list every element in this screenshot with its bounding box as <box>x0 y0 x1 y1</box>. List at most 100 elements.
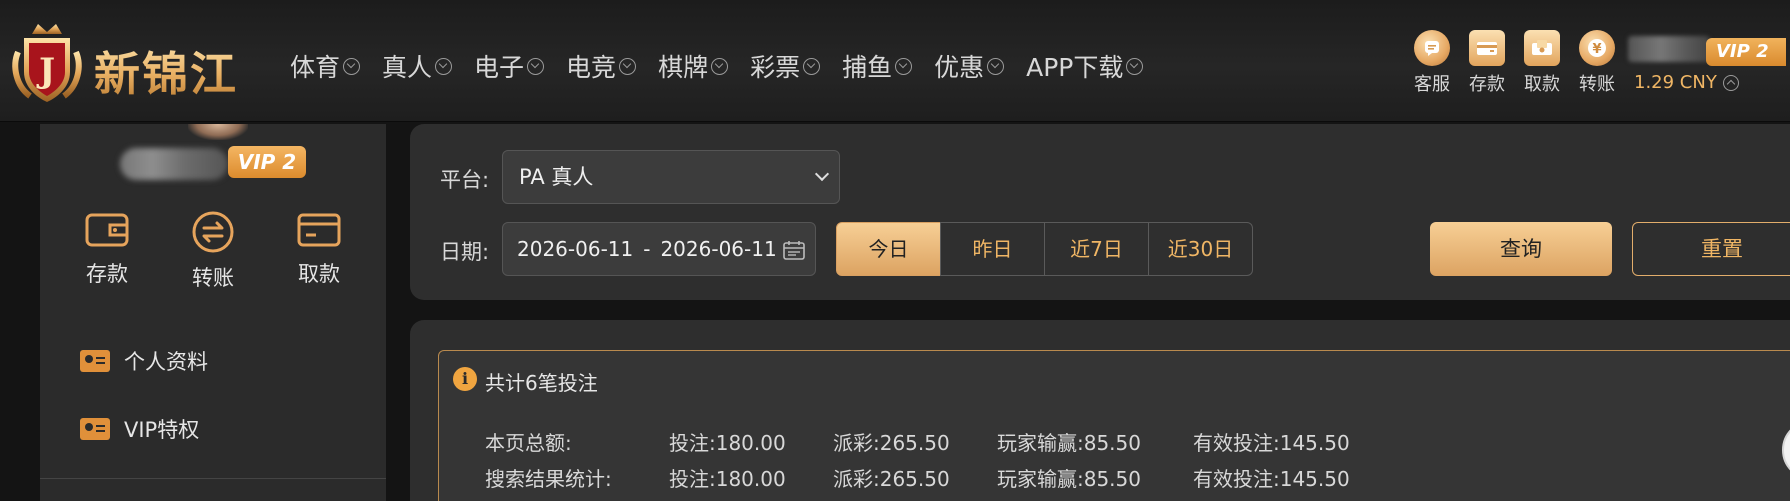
chevron-down-icon <box>343 57 361 75</box>
range-yesterday-button[interactable]: 昨日 <box>940 222 1045 276</box>
yuan-icon: ¥ <box>1579 30 1615 66</box>
stat-row-label: 搜索结果统计: <box>485 467 612 491</box>
wallet-icon <box>1469 30 1505 66</box>
header-withdraw[interactable]: 取款 <box>1516 30 1568 96</box>
brand-name: 新锦江 <box>94 38 238 104</box>
summary-title: 共计6笔投注 <box>485 371 598 395</box>
chat-icon <box>1414 30 1450 66</box>
chevron-down-icon <box>527 57 545 75</box>
account-balance[interactable]: 1.29 CNY <box>1634 72 1739 93</box>
nav-item-promotions[interactable]: 优惠 <box>934 48 1005 84</box>
sidebar-item-label: VIP特权 <box>124 418 200 442</box>
header-deposit[interactable]: 存款 <box>1461 30 1513 96</box>
bet-record-results: i 共计6笔投注 本页总额: 投注:180.00 派彩:265.50 玩家输赢:… <box>410 320 1790 501</box>
chevron-down-icon <box>814 166 830 182</box>
sidebar-transfer-button[interactable]: 转账 <box>173 210 253 292</box>
chevron-down-icon <box>711 57 729 75</box>
stat-bet: 投注:180.00 <box>669 431 786 455</box>
date-range-picker[interactable]: 2026-06-11-2026-06-11 <box>502 222 816 276</box>
nav-item-lottery[interactable]: 彩票 <box>750 48 821 84</box>
nav-item-slots[interactable]: 电子 <box>474 48 545 84</box>
bet-record-filter: 平台: PA 真人 日期: 2026-06-11-2026-06-11 今日 昨… <box>410 124 1790 300</box>
nav-label: 优惠 <box>934 53 985 82</box>
reset-button[interactable]: 重置 <box>1632 222 1790 276</box>
sidebar-action-label: 取款 <box>298 262 340 286</box>
username-redacted <box>120 148 228 180</box>
stat-payout: 派彩:265.50 <box>833 431 950 455</box>
bet-summary: i 共计6笔投注 本页总额: 投注:180.00 派彩:265.50 玩家输赢:… <box>438 350 1790 501</box>
nav-label: APP下载 <box>1026 53 1124 82</box>
chevron-down-icon <box>803 57 821 75</box>
username-redacted <box>1628 36 1710 62</box>
header-action-label: 存款 <box>1469 74 1505 95</box>
stat-win-loss: 玩家输赢:85.50 <box>997 467 1141 491</box>
date-start: 2026-06-11 <box>517 237 634 261</box>
avatar <box>188 124 248 140</box>
platform-select[interactable]: PA 真人 <box>502 150 840 204</box>
transfer-icon <box>192 211 234 253</box>
query-button[interactable]: 查询 <box>1430 222 1612 276</box>
nav-label: 捕鱼 <box>842 53 893 82</box>
nav-label: 棋牌 <box>658 53 709 82</box>
sidebar-item-label: 个人资料 <box>124 350 208 374</box>
calendar-icon <box>783 241 805 260</box>
date-end: 2026-06-11 <box>660 237 777 261</box>
sidebar-actions: 存款 转账 取款 <box>40 210 386 292</box>
stat-payout: 派彩:265.50 <box>833 467 950 491</box>
sidebar-withdraw-button[interactable]: 取款 <box>279 210 359 292</box>
member-sidebar: VIP 2 存款 转账 取款 个人资料 VIP特权 <box>40 124 386 501</box>
nav-item-app-download[interactable]: APP下载 <box>1026 48 1144 84</box>
sidebar-action-label: 转账 <box>192 266 234 290</box>
header-action-label: 取款 <box>1524 74 1560 95</box>
stat-valid-bet: 有效投注:145.50 <box>1193 431 1350 455</box>
svg-text:¥: ¥ <box>1592 42 1601 57</box>
nav-item-live[interactable]: 真人 <box>382 48 453 84</box>
chevron-up-icon <box>1722 74 1739 91</box>
balance-value: 1.29 CNY <box>1634 72 1717 93</box>
date-label: 日期: <box>440 240 490 264</box>
date-separator: - <box>643 237 651 261</box>
stat-bet: 投注:180.00 <box>669 467 786 491</box>
range-today-button[interactable]: 今日 <box>836 222 941 276</box>
sidebar-divider <box>40 478 386 479</box>
nav-label: 电竞 <box>566 53 617 82</box>
brand-logo[interactable]: J 新锦江 <box>8 16 248 116</box>
header-action-label: 转账 <box>1579 74 1615 95</box>
sidebar-item-profile[interactable]: 个人资料 <box>80 346 208 376</box>
nav-item-esports[interactable]: 电竞 <box>566 48 637 84</box>
platform-label: 平台: <box>440 168 490 192</box>
stat-valid-bet: 有效投注:145.50 <box>1193 467 1350 491</box>
range-30days-button[interactable]: 近30日 <box>1148 222 1253 276</box>
platform-selected-value: PA 真人 <box>519 165 594 189</box>
chevron-down-icon <box>619 57 637 75</box>
chevron-down-icon <box>987 57 1005 75</box>
card-icon <box>297 213 341 247</box>
sidebar-deposit-button[interactable]: 存款 <box>67 210 147 292</box>
vip-level-badge: VIP 2 <box>228 146 306 178</box>
range-7days-button[interactable]: 近7日 <box>1044 222 1149 276</box>
top-header: J 新锦江 体育 真人 电子 电竞 棋牌 彩票 捕鱼 优惠 APP下载 客服 存… <box>0 0 1790 122</box>
nav-item-sports[interactable]: 体育 <box>290 48 361 84</box>
header-transfer[interactable]: ¥ 转账 <box>1571 30 1623 96</box>
chevron-down-icon <box>895 57 913 75</box>
stat-row-label: 本页总额: <box>485 431 572 455</box>
nav-label: 体育 <box>290 53 341 82</box>
chevron-down-icon <box>435 57 453 75</box>
vip-level-badge: VIP 2 <box>1706 38 1786 66</box>
stat-win-loss: 玩家输赢:85.50 <box>997 431 1141 455</box>
nav-label: 彩票 <box>750 53 801 82</box>
sidebar-item-vip[interactable]: VIP特权 <box>80 414 199 444</box>
header-action-label: 客服 <box>1414 74 1450 95</box>
logo-letter: J <box>36 51 55 91</box>
withdraw-icon <box>1524 30 1560 66</box>
profile-card-icon <box>80 350 110 372</box>
chevron-down-icon <box>1126 57 1144 75</box>
nav-item-fishing[interactable]: 捕鱼 <box>842 48 913 84</box>
nav-item-cards[interactable]: 棋牌 <box>658 48 729 84</box>
wallet-icon <box>85 213 129 247</box>
vip-card-icon <box>80 418 110 440</box>
header-customer-service[interactable]: 客服 <box>1406 30 1458 96</box>
info-icon: i <box>453 367 477 391</box>
nav-label: 真人 <box>382 53 433 82</box>
logo-badge-icon: J <box>12 24 82 102</box>
